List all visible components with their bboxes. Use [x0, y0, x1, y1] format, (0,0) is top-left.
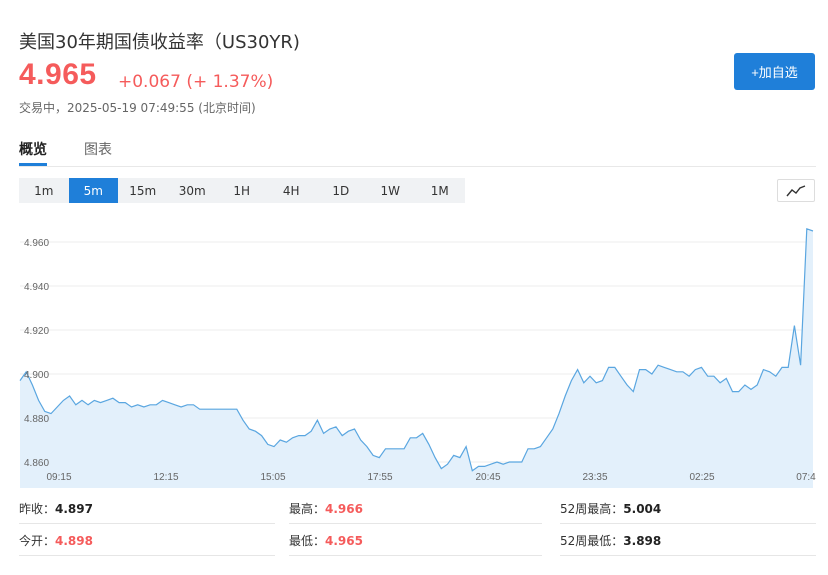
y-tick-label: 4.900 [24, 370, 49, 381]
x-tick-label: 20:45 [475, 472, 500, 483]
x-tick-label: 17:55 [367, 472, 392, 483]
x-tick-label: 12:15 [153, 472, 178, 483]
y-tick-label: 4.860 [24, 458, 49, 469]
stats-row: 今开：4.898 最低：4.965 52周最低：3.898 [19, 526, 816, 557]
stat-prev-close: 昨收：4.897 [19, 494, 275, 524]
stat-low: 最低：4.965 [289, 526, 542, 556]
yield-chart[interactable]: 4.960 4.940 4.920 4.900 4.880 4.860 09:15 12:1… [0, 214, 828, 490]
period-selector: 1m 5m 15m 30m 1H 4H 1D 1W 1M [19, 178, 465, 203]
quote-header: 美国30年期国债收益率（US30YR) 4.965 +0.067 (+ 1.37… [0, 0, 828, 120]
y-tick-label: 4.880 [24, 414, 49, 425]
tab-bar: 概览 图表 [19, 128, 816, 167]
period-30m[interactable]: 30m [168, 178, 218, 203]
y-tick-label: 4.960 [24, 238, 49, 249]
x-tick-label: 15:05 [260, 472, 285, 483]
x-tick-label: 23:35 [582, 472, 607, 483]
tab-chart[interactable]: 图表 [84, 139, 112, 159]
period-4h[interactable]: 4H [267, 178, 317, 203]
trading-status: 交易中，2025-05-19 07:49:55 (北京时间) [19, 101, 256, 115]
period-5m[interactable]: 5m [68, 178, 118, 203]
current-price: 4.965 [19, 58, 97, 91]
stat-high: 最高：4.966 [289, 494, 542, 524]
y-tick-label: 4.940 [24, 282, 49, 293]
period-1w[interactable]: 1W [366, 178, 416, 203]
x-tick-label: 02:25 [689, 472, 714, 483]
stats-row: 昨收：4.897 最高：4.966 52周最高：5.004 [19, 494, 816, 525]
chart-type-toggle[interactable] [777, 179, 815, 202]
tab-overview[interactable]: 概览 [19, 139, 47, 159]
series-area [20, 228, 813, 489]
stat-52w-low: 52周最低：3.898 [560, 526, 816, 556]
period-1mo[interactable]: 1M [415, 178, 465, 203]
period-1d[interactable]: 1D [316, 178, 366, 203]
stat-52w-high: 52周最高：5.004 [560, 494, 816, 524]
y-tick-label: 4.920 [24, 326, 49, 337]
page-title: 美国30年期国债收益率（US30YR) [19, 32, 300, 53]
period-1h[interactable]: 1H [217, 178, 267, 203]
line-chart-icon [786, 184, 806, 196]
period-15m[interactable]: 15m [118, 178, 168, 203]
active-tab-indicator [19, 163, 47, 166]
x-tick-label: 07:4 [796, 472, 816, 483]
x-tick-label: 09:15 [46, 472, 71, 483]
price-change: +0.067 (+ 1.37%) [118, 72, 274, 92]
period-1m[interactable]: 1m [19, 178, 69, 203]
stat-open: 今开：4.898 [19, 526, 275, 556]
add-watchlist-button[interactable]: +加自选 [734, 53, 815, 90]
